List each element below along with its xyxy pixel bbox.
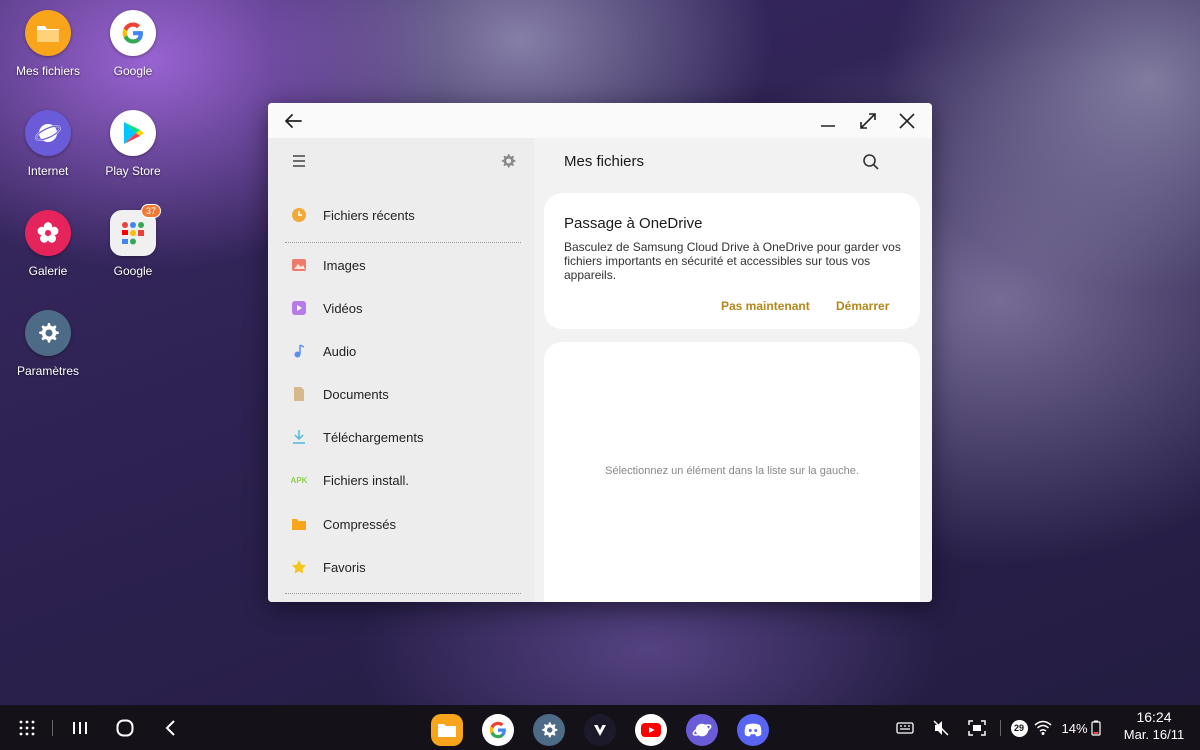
sidebar-item-label: Compressés [323, 516, 396, 532]
flower-icon [25, 210, 71, 256]
star-icon [290, 558, 308, 576]
window-titlebar[interactable] [268, 103, 932, 138]
gear-icon [25, 310, 71, 356]
sidebar-item-audio[interactable]: Audio [290, 336, 522, 366]
minimize-icon[interactable] [816, 109, 840, 133]
desktop-icon-internet[interactable]: Internet [0, 110, 96, 178]
folder-icon [25, 10, 71, 56]
start-button[interactable]: Démarrer [836, 299, 889, 313]
recent-apps-icon[interactable] [67, 715, 93, 741]
download-icon [290, 428, 308, 446]
sidebar: Fichiers récents Images Vidéos Audio Doc… [268, 138, 534, 602]
badge-count: 37 [140, 204, 161, 218]
onedrive-banner: Passage à OneDrive Basculez de Samsung C… [544, 193, 920, 329]
settings-gear-icon[interactable] [499, 152, 517, 170]
battery-icon [1090, 720, 1101, 736]
sidebar-item-recent-files[interactable]: Fichiers récents [290, 200, 522, 230]
battery-percent: 14% [1061, 720, 1088, 736]
date: Mar. 16/11 [1123, 727, 1185, 742]
screenshot-icon[interactable] [966, 718, 988, 738]
battery-status[interactable]: 14% [1057, 718, 1105, 738]
time: 16:24 [1136, 709, 1172, 725]
sidebar-item-favorites[interactable]: Favoris [290, 552, 522, 582]
sidebar-item-installed-files[interactable]: APK Fichiers install. [290, 465, 522, 495]
notification-count: 29 [1010, 719, 1028, 737]
apk-icon-glyph: APK [290, 475, 308, 485]
desktop-folder-google[interactable]: 37 Google [85, 204, 181, 278]
sidebar-item-images[interactable]: Images [290, 250, 522, 280]
sidebar-item-label: Images [323, 257, 366, 273]
video-icon [290, 299, 308, 317]
desktop-icon-label: Google [113, 64, 153, 78]
dock-youtube-icon[interactable] [635, 714, 667, 746]
sidebar-item-label: Favoris [323, 559, 366, 575]
sidebar-item-downloads[interactable]: Téléchargements [290, 422, 522, 452]
sidebar-item-compressed[interactable]: Compressés [290, 509, 522, 539]
sidebar-item-label: Audio [323, 343, 357, 359]
desktop-icon-label: Play Store [105, 164, 161, 178]
desktop-icon-label: Mes fichiers [15, 64, 80, 78]
music-icon [290, 342, 308, 360]
back-icon[interactable] [158, 715, 184, 741]
detail-panel: Sélectionnez un élément dans la liste su… [544, 342, 920, 602]
desktop-icon-label: Google [113, 264, 153, 278]
sidebar-item-label: Documents [323, 386, 389, 402]
home-icon[interactable] [112, 715, 138, 741]
desktop-icon-label: Paramètres [16, 364, 80, 378]
desktop-icon-gallery[interactable]: Galerie [0, 210, 96, 278]
image-icon [290, 256, 308, 274]
sidebar-item-label: Fichiers install. [323, 472, 409, 488]
search-icon[interactable] [861, 152, 881, 172]
dock-settings-icon[interactable] [533, 714, 565, 746]
clock-icon [290, 206, 308, 224]
banner-title: Passage à OneDrive [564, 215, 703, 232]
google-icon [110, 10, 156, 56]
clock[interactable]: 16:24 Mar. 16/11 [1112, 709, 1196, 742]
zip-folder-icon [290, 515, 308, 533]
dock-discord-icon[interactable] [737, 714, 769, 746]
close-icon[interactable] [895, 109, 919, 133]
page-title: Mes fichiers [564, 153, 645, 170]
taskbar-divider [52, 720, 53, 736]
tray-divider [1000, 720, 1001, 736]
notification-count-badge[interactable]: 29 [1010, 718, 1028, 738]
dock-my-files-icon[interactable] [431, 714, 463, 746]
keyboard-icon[interactable] [895, 718, 915, 738]
desktop-icon-google[interactable]: Google [85, 10, 181, 78]
dock-internet-icon[interactable] [686, 714, 718, 746]
document-icon [290, 385, 308, 403]
app-drawer-icon[interactable] [14, 715, 40, 741]
sidebar-item-label: Vidéos [323, 300, 363, 316]
wifi-icon[interactable] [1033, 718, 1053, 738]
desktop-icon-settings[interactable]: Paramètres [0, 310, 96, 378]
sidebar-divider [285, 242, 521, 243]
not-now-button[interactable]: Pas maintenant [721, 299, 810, 313]
hamburger-menu-icon[interactable] [290, 153, 308, 169]
taskbar: 29 14% 16:24 Mar. 16/11 [0, 705, 1200, 750]
dock-vivaldi-icon[interactable] [584, 714, 616, 746]
back-arrow-icon[interactable] [281, 109, 305, 133]
apk-icon: APK [290, 471, 308, 489]
sidebar-divider [285, 593, 521, 594]
sidebar-item-label: Fichiers récents [323, 207, 415, 223]
maximize-icon[interactable] [856, 109, 880, 133]
mute-icon[interactable] [930, 718, 952, 738]
desktop-icon-label: Internet [27, 164, 69, 178]
sidebar-item-videos[interactable]: Vidéos [290, 293, 522, 323]
empty-state-message: Sélectionnez un élément dans la liste su… [605, 465, 859, 477]
desktop-icon-my-files[interactable]: Mes fichiers [0, 10, 96, 78]
desktop-icon-play-store[interactable]: Play Store [85, 110, 181, 178]
dock-google-icon[interactable] [482, 714, 514, 746]
banner-body: Basculez de Samsung Cloud Drive à OneDri… [564, 240, 901, 282]
my-files-window: Fichiers récents Images Vidéos Audio Doc… [268, 103, 932, 602]
sidebar-item-documents[interactable]: Documents [290, 379, 522, 409]
sidebar-item-label: Téléchargements [323, 429, 424, 445]
desktop-icon-label: Galerie [28, 264, 68, 278]
main-panel: Mes fichiers N Passage à OneDrive Bascul… [534, 138, 932, 602]
internet-icon [25, 110, 71, 156]
play-store-icon [110, 110, 156, 156]
